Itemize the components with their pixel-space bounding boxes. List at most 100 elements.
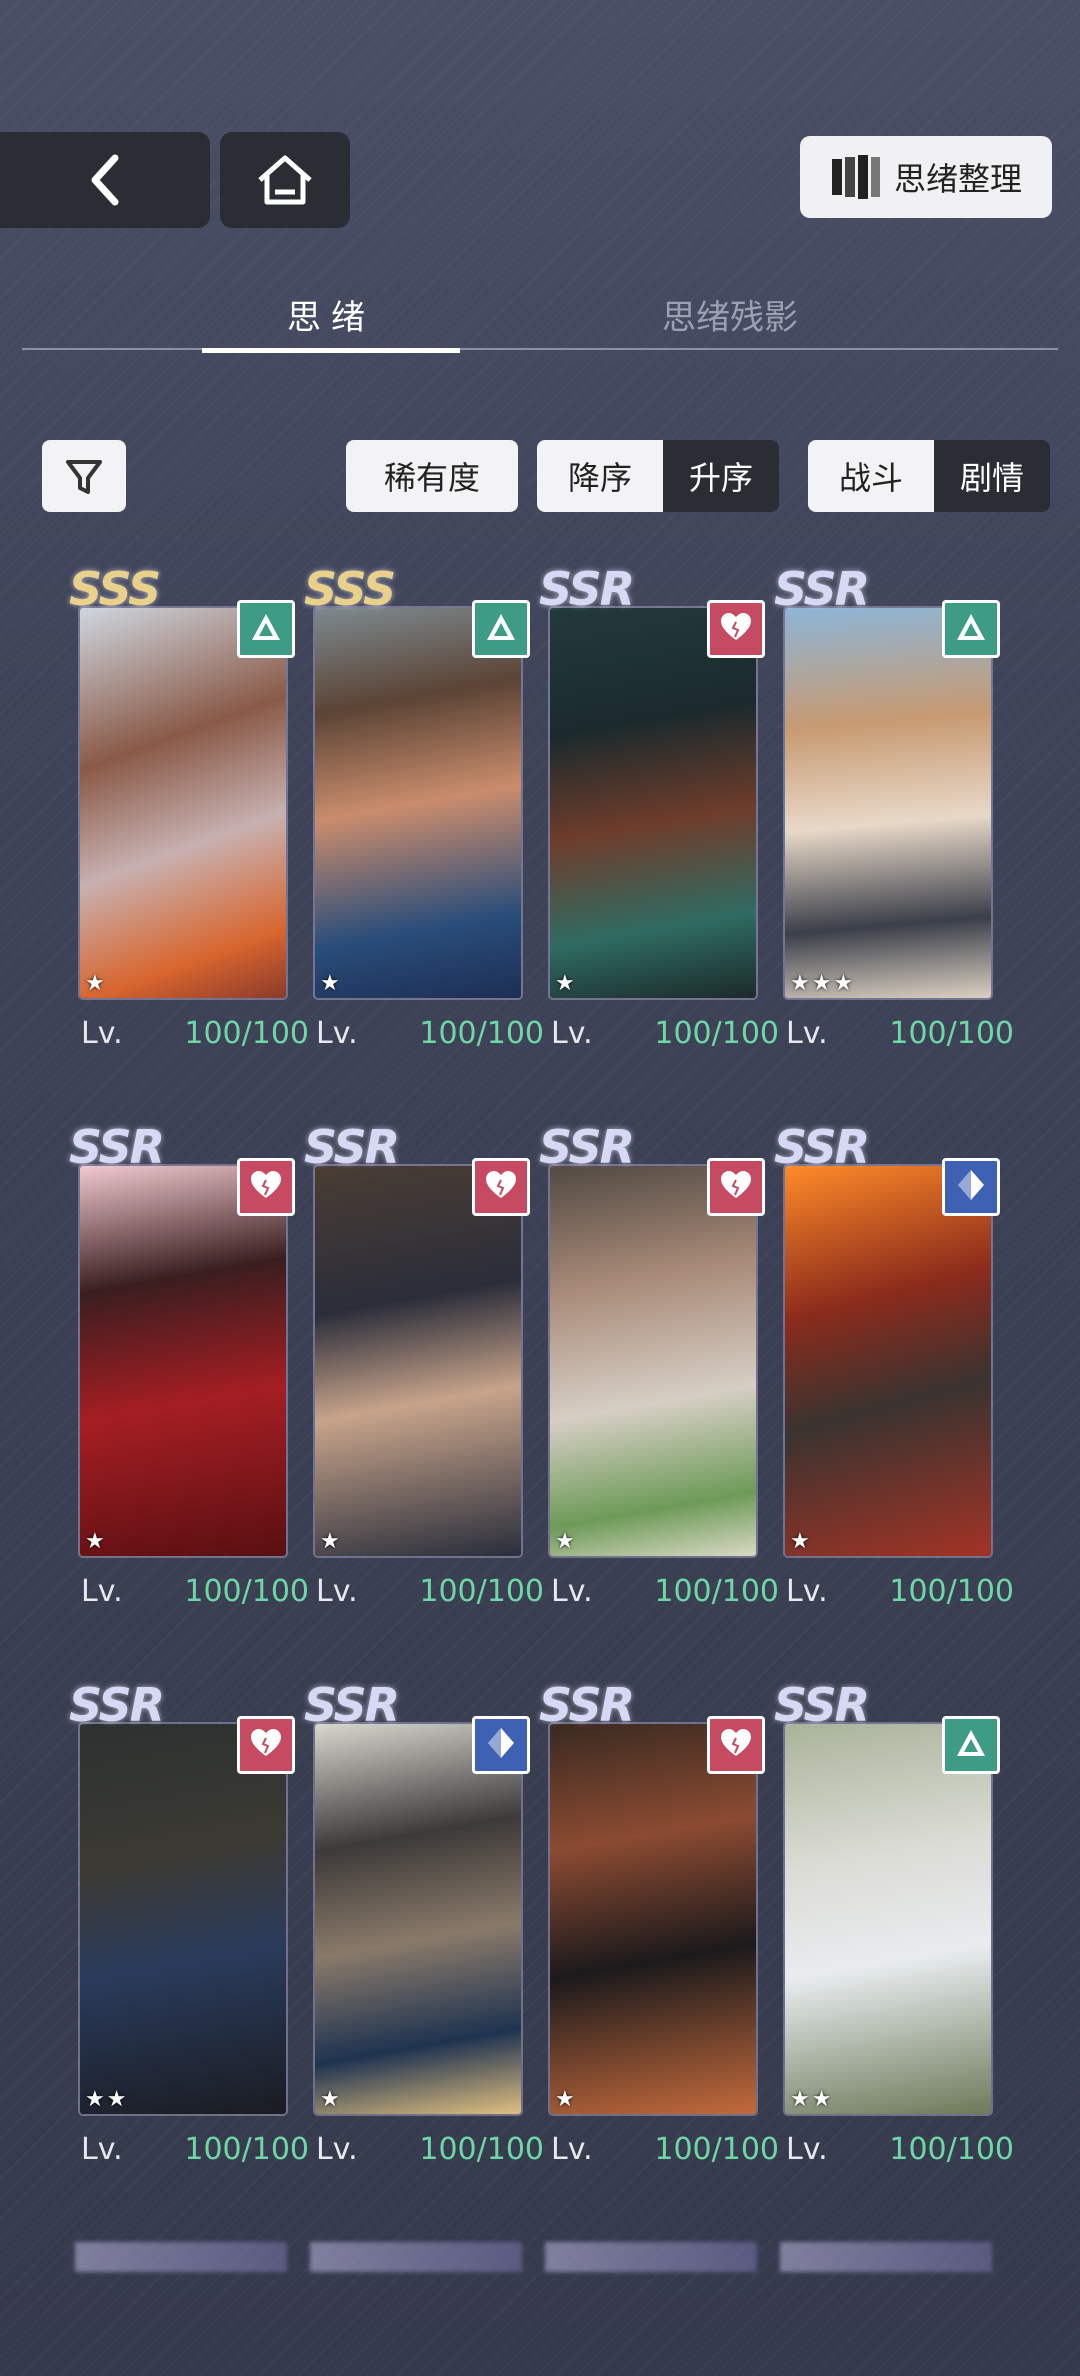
attribute-badge — [472, 1716, 530, 1774]
card-artwork — [315, 1724, 521, 2114]
level-value: 100/100 — [654, 1574, 779, 1609]
rarity-label: SSR — [304, 1678, 400, 1732]
attribute-badge — [707, 600, 765, 658]
ascending-option[interactable]: 升序 — [663, 440, 779, 512]
level-label: Lv. — [786, 1016, 828, 1051]
card-artwork — [315, 1166, 521, 1556]
character-card[interactable]: SSS ★ Lv. 100/100 — [69, 562, 309, 1051]
battle-option[interactable]: 战斗 — [808, 440, 934, 512]
attribute-badge — [472, 1158, 530, 1216]
heart-icon — [484, 1170, 518, 1204]
level-label: Lv. — [316, 1016, 358, 1051]
level-value: 100/100 — [184, 2132, 309, 2167]
card-artwork — [550, 608, 756, 998]
level-value: 100/100 — [654, 2132, 779, 2167]
level-value: 100/100 — [184, 1016, 309, 1051]
rarity-label: SSR — [304, 1120, 400, 1174]
character-card[interactable]: SSR ★ Lv. 100/100 — [539, 1678, 779, 2167]
chevron-left-icon — [91, 154, 119, 206]
level-value: 100/100 — [419, 1574, 544, 1609]
card-artwork — [80, 1724, 286, 2114]
card-row-partial — [75, 2242, 287, 2272]
level-value: 100/100 — [654, 1016, 779, 1051]
rarity-label: SSR — [774, 1678, 870, 1732]
triangle-icon — [954, 1727, 988, 1763]
mode-toggle: 战斗 剧情 — [808, 440, 1050, 512]
level-value: 100/100 — [184, 1574, 309, 1609]
card-artwork — [80, 1166, 286, 1556]
home-icon — [258, 155, 312, 205]
rarity-label: SSR — [69, 1678, 165, 1732]
character-card[interactable]: SSR ★★★ Lv. 100/100 — [774, 562, 1014, 1051]
home-button[interactable] — [220, 132, 350, 228]
tab-thought-remnants[interactable]: 思绪残影 — [662, 290, 798, 339]
attribute-badge — [237, 1158, 295, 1216]
attribute-badge — [942, 1158, 1000, 1216]
star-rating: ★ — [85, 1529, 107, 1554]
character-card[interactable]: SSR ★ Lv. 100/100 — [774, 1120, 1014, 1609]
card-row-partial — [310, 2242, 522, 2272]
attribute-badge — [472, 600, 530, 658]
heart-icon — [719, 612, 753, 646]
level-value: 100/100 — [889, 1016, 1014, 1051]
rarity-label: SSS — [304, 562, 396, 616]
order-toggle: 降序 升序 — [537, 440, 779, 512]
story-option[interactable]: 剧情 — [934, 440, 1050, 512]
character-card[interactable]: SSR ★ Lv. 100/100 — [69, 1120, 309, 1609]
character-card[interactable]: SSR ★ Lv. 100/100 — [539, 562, 779, 1051]
card-artwork — [785, 608, 991, 998]
triangle-icon — [484, 611, 518, 647]
character-card[interactable]: SSR ★ Lv. 100/100 — [539, 1120, 779, 1609]
level-value: 100/100 — [419, 1016, 544, 1051]
heart-icon — [249, 1170, 283, 1204]
filter-icon — [66, 460, 102, 494]
diamond-icon — [956, 1168, 986, 1206]
heart-icon — [719, 1170, 753, 1204]
character-card[interactable]: SSR ★★ Lv. 100/100 — [774, 1678, 1014, 2167]
tab-thoughts[interactable]: 思绪 — [202, 290, 460, 353]
rarity-sort-button[interactable]: 稀有度 — [346, 440, 518, 512]
star-rating: ★ — [320, 971, 342, 996]
rarity-label: SSR — [539, 562, 635, 616]
star-rating: ★ — [555, 971, 577, 996]
card-artwork — [785, 1724, 991, 2114]
triangle-icon — [954, 611, 988, 647]
level-label: Lv. — [81, 1574, 123, 1609]
level-value: 100/100 — [889, 1574, 1014, 1609]
cards-stack-icon — [831, 155, 880, 199]
rarity-label: SSR — [774, 562, 870, 616]
organize-thoughts-button[interactable]: 思绪整理 — [800, 136, 1052, 218]
level-label: Lv. — [81, 2132, 123, 2167]
attribute-badge — [237, 1716, 295, 1774]
level-label: Lv. — [316, 2132, 358, 2167]
star-rating: ★ — [790, 1529, 812, 1554]
descending-option[interactable]: 降序 — [537, 440, 663, 512]
card-artwork — [785, 1166, 991, 1556]
rarity-label: SSR — [539, 1678, 635, 1732]
attribute-badge — [707, 1716, 765, 1774]
level-label: Lv. — [551, 1016, 593, 1051]
level-label: Lv. — [316, 1574, 358, 1609]
rarity-label: SSR — [774, 1120, 870, 1174]
star-rating: ★ — [555, 2087, 577, 2112]
filter-button[interactable] — [42, 440, 126, 512]
character-card[interactable]: SSS ★ Lv. 100/100 — [304, 562, 544, 1051]
rarity-label: SSR — [539, 1120, 635, 1174]
back-button[interactable] — [0, 132, 210, 228]
rarity-label: SSS — [69, 562, 161, 616]
tab-divider — [22, 348, 1058, 350]
attribute-badge — [942, 1716, 1000, 1774]
star-rating: ★ — [555, 1529, 577, 1554]
attribute-badge — [707, 1158, 765, 1216]
character-card[interactable]: SSR ★ Lv. 100/100 — [304, 1120, 544, 1609]
character-card[interactable]: SSR ★ Lv. 100/100 — [304, 1678, 544, 2167]
level-label: Lv. — [81, 1016, 123, 1051]
card-artwork — [550, 1166, 756, 1556]
card-artwork — [80, 608, 286, 998]
diamond-icon — [486, 1726, 516, 1764]
level-label: Lv. — [786, 2132, 828, 2167]
star-rating: ★★ — [790, 2087, 834, 2112]
card-row-partial — [545, 2242, 757, 2272]
star-rating: ★★ — [85, 2087, 129, 2112]
character-card[interactable]: SSR ★★ Lv. 100/100 — [69, 1678, 309, 2167]
